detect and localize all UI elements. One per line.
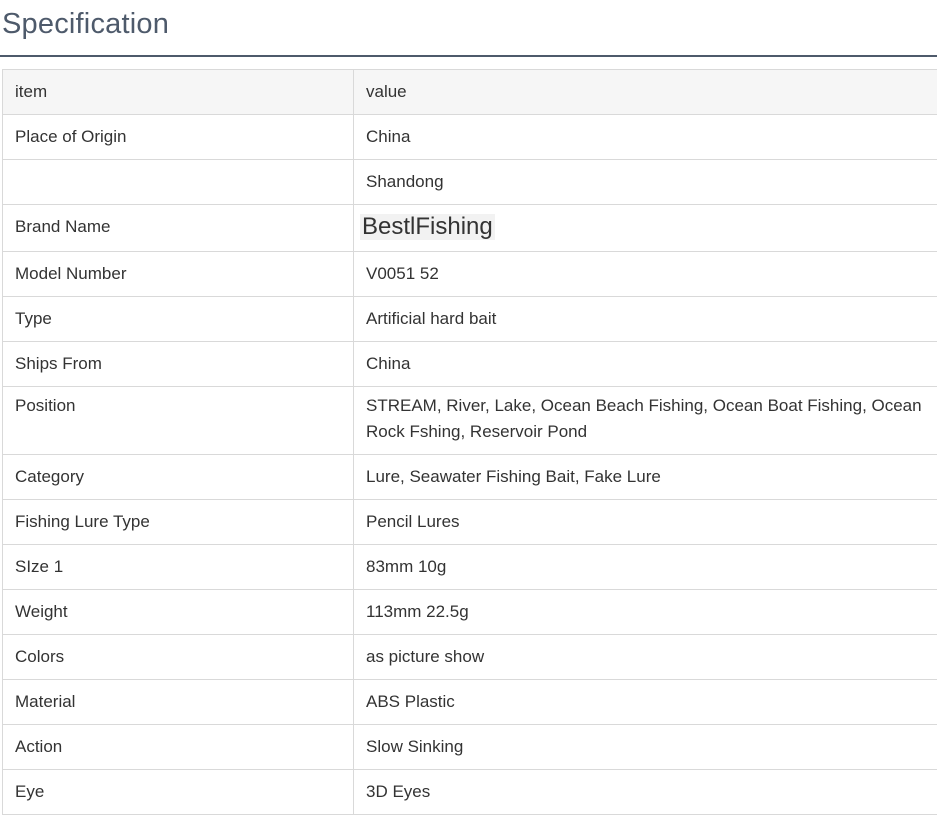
- row-value: 113mm 22.5g: [354, 590, 937, 635]
- title-divider: [0, 55, 937, 57]
- table-row: Shandong: [3, 160, 937, 205]
- row-value: China: [354, 115, 937, 160]
- row-item: Type: [3, 297, 354, 342]
- table-row: Type Artificial hard bait: [3, 297, 937, 342]
- table-row: Eye 3D Eyes: [3, 770, 937, 815]
- page-title: Specification: [2, 6, 169, 42]
- row-value: China: [354, 342, 937, 387]
- row-value: ABS Plastic: [354, 680, 937, 725]
- table-row: Category Lure, Seawater Fishing Bait, Fa…: [3, 455, 937, 500]
- row-value: Pencil Lures: [354, 500, 937, 545]
- row-item: Colors: [3, 635, 354, 680]
- row-item: Model Number: [3, 252, 354, 297]
- row-item: Eye: [3, 770, 354, 815]
- row-item: Brand Name: [3, 205, 354, 252]
- table-row: Place of Origin China: [3, 115, 937, 160]
- table-row: Brand Name BestlFishing: [3, 205, 937, 252]
- table-row: Ships From China: [3, 342, 937, 387]
- table-row: Weight 113mm 22.5g: [3, 590, 937, 635]
- table-row: Fishing Lure Type Pencil Lures: [3, 500, 937, 545]
- table-row: SIze 1 83mm 10g: [3, 545, 937, 590]
- row-value: Shandong: [354, 160, 937, 205]
- table-row: Model Number V0051 52: [3, 252, 937, 297]
- row-value: V0051 52: [354, 252, 937, 297]
- row-item: SIze 1: [3, 545, 354, 590]
- specification-table: item value Place of Origin China Shandon…: [2, 69, 937, 815]
- table-row: Position STREAM, River, Lake, Ocean Beac…: [3, 387, 937, 455]
- row-item: Category: [3, 455, 354, 500]
- header-value: value: [354, 70, 937, 115]
- row-value: Slow Sinking: [354, 725, 937, 770]
- row-value: Lure, Seawater Fishing Bait, Fake Lure: [354, 455, 937, 500]
- row-value: 3D Eyes: [354, 770, 937, 815]
- row-value: 83mm 10g: [354, 545, 937, 590]
- row-item: Material: [3, 680, 354, 725]
- row-item: Weight: [3, 590, 354, 635]
- header-item: item: [3, 70, 354, 115]
- table-row: Material ABS Plastic: [3, 680, 937, 725]
- table-row: Colors as picture show: [3, 635, 937, 680]
- row-value: Artificial hard bait: [354, 297, 937, 342]
- row-item: Place of Origin: [3, 115, 354, 160]
- row-item: Fishing Lure Type: [3, 500, 354, 545]
- row-item: Action: [3, 725, 354, 770]
- row-item: [3, 160, 354, 205]
- row-item: Position: [3, 387, 354, 455]
- row-value: as picture show: [354, 635, 937, 680]
- row-value: STREAM, River, Lake, Ocean Beach Fishing…: [354, 387, 937, 455]
- table-row: Action Slow Sinking: [3, 725, 937, 770]
- brand-name-value: BestlFishing: [360, 214, 495, 240]
- row-value: BestlFishing: [354, 205, 937, 252]
- row-item: Ships From: [3, 342, 354, 387]
- table-header-row: item value: [3, 70, 937, 115]
